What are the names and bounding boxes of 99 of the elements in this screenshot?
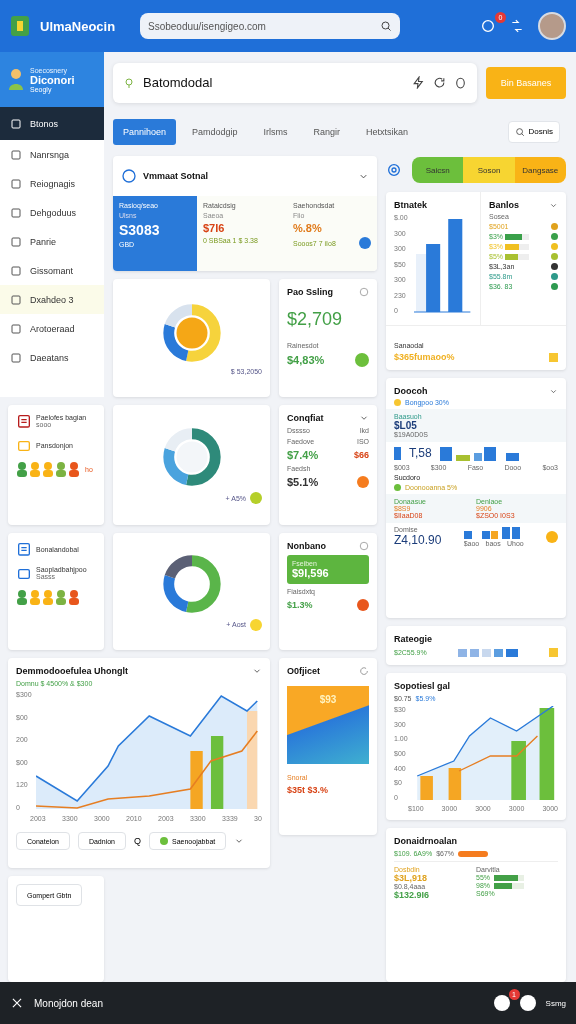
search-field[interactable]: Ssobeoduu/isengigeo.com xyxy=(140,13,400,39)
card-title: Conqfiat xyxy=(287,413,324,423)
stat-sub-value: $1.3% xyxy=(287,600,313,610)
square-icon xyxy=(549,648,558,657)
status-dot-icon xyxy=(394,399,401,406)
nav-item[interactable]: Btonos xyxy=(0,107,104,140)
big-value: T,58 xyxy=(409,446,432,460)
avatar[interactable] xyxy=(538,12,566,40)
row-value: $5.1% xyxy=(287,476,319,488)
panel-value: S3083 xyxy=(119,222,161,238)
user-icon xyxy=(8,67,24,92)
search-icon xyxy=(380,20,392,32)
people-icons-drawing xyxy=(16,589,82,605)
list-title: Banlos xyxy=(489,200,519,210)
panel-value: $7I6 xyxy=(203,222,226,234)
status-dot-icon xyxy=(357,599,369,611)
status-dot-icon xyxy=(357,476,369,488)
status-dot-icon xyxy=(160,837,168,845)
nav-icon xyxy=(10,177,22,190)
refresh-icon xyxy=(433,76,446,89)
card-value: $35t $3.% xyxy=(287,785,330,795)
card-title: Pao Ssling xyxy=(287,287,333,297)
close-icon xyxy=(10,996,24,1010)
tab[interactable]: Rangir xyxy=(303,118,351,145)
footer-value: $365fumaoo% xyxy=(394,352,455,362)
row-value: $66 xyxy=(353,450,369,460)
card-title: Nonbano xyxy=(287,541,326,551)
status-dot-icon xyxy=(394,484,401,491)
nav-icon xyxy=(10,235,22,248)
share-icon xyxy=(510,19,524,33)
block-value: $L05 xyxy=(394,420,418,431)
card-title: Demmodooefulea Uhonglt xyxy=(16,666,128,676)
bottom-label: Ssmg xyxy=(545,998,566,1008)
card-title: Rateogie xyxy=(394,634,433,644)
square-icon xyxy=(394,446,401,460)
square-icon xyxy=(549,352,558,362)
donut-chart xyxy=(160,552,223,615)
clipboard-icon xyxy=(16,541,32,557)
donut-chart xyxy=(160,301,223,364)
pin-icon xyxy=(123,76,135,89)
card-title: Vmmaat Sotnal xyxy=(143,171,210,181)
bottom-title: Monojdon dean xyxy=(34,997,104,1009)
nav-icon xyxy=(10,322,22,335)
nav-icon xyxy=(10,293,22,306)
nav-icon xyxy=(10,148,22,161)
value-bar xyxy=(458,850,489,857)
globe-icon xyxy=(121,168,137,184)
tab[interactable]: Pamdodgip xyxy=(182,118,248,145)
bolt-icon xyxy=(412,76,425,89)
search-glyph[interactable]: Q xyxy=(134,836,141,846)
card-title: Donaidrnoalan xyxy=(394,836,458,846)
nav-icon xyxy=(10,206,22,219)
card-title: Btnatek xyxy=(394,200,428,210)
stat-value: $2,709 xyxy=(287,309,344,330)
status-dot-icon xyxy=(250,492,262,504)
card-title: Sopotiesl gal xyxy=(394,681,451,691)
panel-value: $9I,596 xyxy=(292,567,330,579)
notification-icon[interactable] xyxy=(480,18,496,34)
tab[interactable]: Pannihoen xyxy=(113,118,177,145)
tab[interactable]: Irlsms xyxy=(253,118,298,145)
info-icon xyxy=(359,541,369,551)
image-text: $93 xyxy=(319,694,337,707)
page-title: Batomdodal xyxy=(143,75,214,90)
info-icon xyxy=(359,287,369,297)
search-icon xyxy=(514,126,525,137)
card-title: Doocoh xyxy=(394,386,428,396)
list-icon xyxy=(10,117,22,130)
bar xyxy=(415,254,426,312)
eye-icon xyxy=(386,162,402,178)
stat-sub-value: $4,83% xyxy=(287,354,325,366)
tab[interactable]: Hetxtsikan xyxy=(356,118,419,145)
app-name: UlmaNeocin xyxy=(40,18,117,34)
nav-item[interactable]: Dxahdeo 3 xyxy=(0,285,104,314)
help-icon[interactable] xyxy=(519,995,536,1011)
status-dot-icon xyxy=(355,353,369,367)
block-value: $132.9I6 xyxy=(394,890,431,900)
donut-chart xyxy=(160,426,223,488)
nav-icon xyxy=(10,264,22,277)
people-icons-drawing xyxy=(16,461,82,477)
search-button[interactable]: Dosnis xyxy=(507,120,560,143)
row-value: $7.4% xyxy=(287,449,319,461)
nav-icon xyxy=(10,351,22,364)
status-dot-icon xyxy=(546,530,558,543)
segment-button[interactable]: Soson xyxy=(463,157,515,183)
segment-button[interactable]: Saicsn xyxy=(412,157,464,183)
mini-bar-chart-drawing xyxy=(457,648,518,657)
status-dot-icon xyxy=(250,618,262,631)
egg-icon xyxy=(454,76,467,89)
refresh-icon xyxy=(359,666,369,676)
chat-icon[interactable] xyxy=(493,995,510,1011)
segment-button[interactable]: Dangsase xyxy=(514,157,566,183)
panel-value: %.8% xyxy=(293,222,323,234)
logo-icon xyxy=(10,15,30,37)
info-dot-icon xyxy=(359,237,371,249)
card-title: O0fjicet xyxy=(287,666,320,676)
calendar-icon xyxy=(16,413,32,429)
profile-name: Diconori xyxy=(30,73,75,86)
block-value: $3L,918 xyxy=(394,873,429,883)
big-value: Z4,10.90 xyxy=(394,533,442,547)
